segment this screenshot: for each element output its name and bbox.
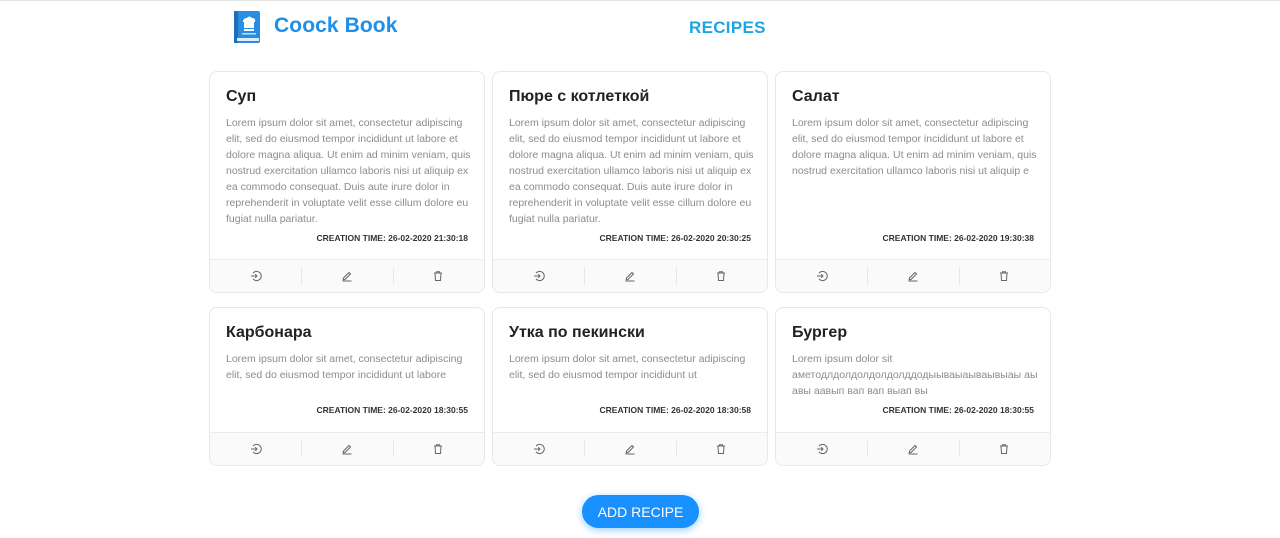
edit-icon <box>342 271 352 282</box>
recipe-card: Бургер Lorem ipsum dolor sit аметодлдолд… <box>775 307 1051 466</box>
creation-time: CREATION TIME: 26-02-2020 18:30:55 <box>316 405 468 415</box>
edit-icon <box>625 271 635 282</box>
card-actions <box>493 259 767 292</box>
recipe-title: Карбонара <box>226 324 312 341</box>
add-recipe-button[interactable]: ADD RECIPE <box>582 495 699 528</box>
recipe-card: Пюре с котлеткой Lorem ipsum dolor sit a… <box>492 71 768 293</box>
edit-recipe-button[interactable] <box>867 260 958 292</box>
login-icon <box>816 443 828 455</box>
recipe-title: Салат <box>792 88 840 105</box>
edit-recipe-button[interactable] <box>301 433 392 465</box>
delete-icon <box>1000 444 1009 454</box>
recipe-description: Lorem ipsum dolor sit аметодлдолдолдолдо… <box>792 353 1038 397</box>
delete-recipe-button[interactable] <box>392 260 484 292</box>
recipe-description: Lorem ipsum dolor sit amet, consectetur … <box>792 117 1037 177</box>
edit-icon <box>908 444 918 455</box>
creation-time: CREATION TIME: 26-02-2020 18:30:55 <box>882 405 1034 415</box>
open-recipe-button[interactable] <box>776 433 867 465</box>
recipe-card: Салат Lorem ipsum dolor sit amet, consec… <box>775 71 1051 293</box>
edit-icon <box>625 444 635 455</box>
header: Coock Book RECIPES <box>0 0 1280 56</box>
edit-recipe-button[interactable] <box>301 260 392 292</box>
card-actions <box>776 259 1050 292</box>
delete-recipe-button[interactable] <box>675 260 767 292</box>
open-recipe-button[interactable] <box>210 433 301 465</box>
login-icon <box>816 270 828 282</box>
login-icon <box>250 443 262 455</box>
delete-recipe-button[interactable] <box>958 260 1050 292</box>
login-icon <box>250 270 262 282</box>
cookbook-icon[interactable] <box>233 10 261 44</box>
edit-icon <box>908 271 918 282</box>
delete-icon <box>1000 271 1009 281</box>
recipe-description: Lorem ipsum dolor sit amet, consectetur … <box>226 117 471 225</box>
delete-icon <box>717 444 726 454</box>
edit-recipe-button[interactable] <box>584 433 675 465</box>
delete-recipe-button[interactable] <box>958 433 1050 465</box>
edit-recipe-button[interactable] <box>584 260 675 292</box>
creation-time: CREATION TIME: 26-02-2020 18:30:58 <box>599 405 751 415</box>
recipe-description: Lorem ipsum dolor sit amet, consectetur … <box>509 117 754 225</box>
card-actions <box>210 259 484 292</box>
open-recipe-button[interactable] <box>776 260 867 292</box>
delete-icon <box>434 271 443 281</box>
card-actions <box>210 432 484 465</box>
open-recipe-button[interactable] <box>210 260 301 292</box>
brand-title[interactable]: Coock Book <box>274 14 398 38</box>
open-recipe-button[interactable] <box>493 260 584 292</box>
delete-icon <box>717 271 726 281</box>
card-actions <box>776 432 1050 465</box>
login-icon <box>533 270 545 282</box>
recipe-card: Утка по пекински Lorem ipsum dolor sit a… <box>492 307 768 466</box>
creation-time: CREATION TIME: 26-02-2020 19:30:38 <box>882 233 1034 243</box>
recipe-card: Карбонара Lorem ipsum dolor sit amet, co… <box>209 307 485 466</box>
nav-recipes-link[interactable]: RECIPES <box>689 18 766 38</box>
card-actions <box>493 432 767 465</box>
recipe-description: Lorem ipsum dolor sit amet, consectetur … <box>226 353 463 381</box>
recipe-title: Бургер <box>792 324 848 341</box>
delete-icon <box>434 444 443 454</box>
recipe-description: Lorem ipsum dolor sit amet, consectetur … <box>509 353 746 381</box>
delete-recipe-button[interactable] <box>392 433 484 465</box>
delete-recipe-button[interactable] <box>675 433 767 465</box>
recipe-card: Суп Lorem ipsum dolor sit amet, consecte… <box>209 71 485 293</box>
creation-time: CREATION TIME: 26-02-2020 21:30:18 <box>316 233 468 243</box>
edit-recipe-button[interactable] <box>867 433 958 465</box>
open-recipe-button[interactable] <box>493 433 584 465</box>
edit-icon <box>342 444 352 455</box>
recipe-title: Суп <box>226 88 257 105</box>
recipe-title: Пюре с котлеткой <box>509 88 650 105</box>
login-icon <box>533 443 545 455</box>
creation-time: CREATION TIME: 26-02-2020 20:30:25 <box>599 233 751 243</box>
recipe-title: Утка по пекински <box>509 324 645 341</box>
